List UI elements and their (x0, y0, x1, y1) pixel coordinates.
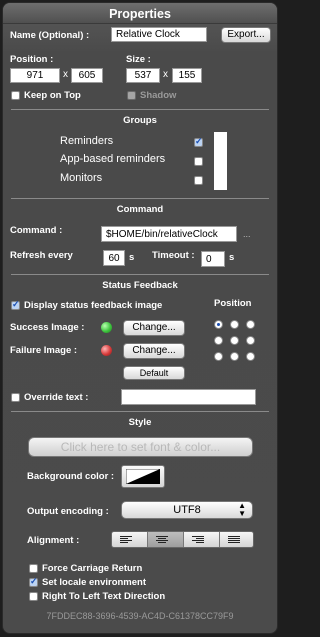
output-encoding-label: Output encoding : (27, 506, 109, 517)
size-w-field[interactable]: 537 (126, 68, 160, 83)
command-label: Command : (10, 225, 63, 236)
failure-image-label: Failure Image : (10, 345, 78, 356)
override-text-checkbox[interactable] (11, 393, 20, 402)
output-encoding-value: UTF8 (173, 504, 201, 516)
align-justify-icon (228, 536, 240, 545)
timeout-field[interactable]: 0 (201, 251, 225, 267)
uuid-label: 7FDDEC88-3696-4539-AC4D-C61378CC79F9 (46, 611, 234, 621)
export-button[interactable]: Export... (221, 27, 271, 43)
success-indicator-icon (101, 322, 112, 333)
groups-title: Groups (123, 115, 157, 126)
background-color-label: Background color : (27, 471, 115, 482)
position-label: Position : (10, 54, 54, 65)
display-status-label: Display status feedback image (24, 300, 163, 311)
group-monitors-checkbox[interactable] (194, 176, 203, 185)
keep-on-top-checkbox[interactable] (11, 91, 20, 100)
divider (11, 109, 269, 110)
name-field[interactable]: Relative Clock (111, 27, 207, 42)
position-radio-bottom-center[interactable] (230, 352, 239, 361)
align-left-icon (120, 536, 132, 545)
position-radio-bottom-left[interactable] (214, 352, 223, 361)
position-radio-middle-right[interactable] (246, 336, 255, 345)
force-carriage-return-label: Force Carriage Return (42, 563, 143, 574)
force-carriage-return-checkbox[interactable] (29, 564, 38, 573)
refresh-unit: s (129, 252, 135, 263)
align-right-button[interactable] (184, 532, 220, 547)
size-h-field[interactable]: 155 (172, 68, 202, 83)
command-more[interactable]: ... (243, 229, 251, 239)
size-label: Size : (126, 54, 151, 65)
align-left-button[interactable] (112, 532, 148, 547)
keep-on-top-label: Keep on Top (24, 90, 81, 101)
position-x-field[interactable]: 971 (10, 68, 60, 83)
position-grid-label: Position (214, 298, 252, 309)
color-swatch-icon (126, 469, 160, 484)
position-radio-top-right[interactable] (246, 320, 255, 329)
rtl-checkbox[interactable] (29, 592, 38, 601)
display-status-checkbox[interactable] (11, 299, 20, 310)
position-radio-bottom-right[interactable] (246, 352, 255, 361)
success-change-button[interactable]: Change... (123, 320, 185, 336)
shadow-checkbox[interactable] (127, 91, 136, 100)
position-radio-top-left[interactable] (214, 320, 223, 329)
override-text-field[interactable] (121, 389, 256, 405)
position-radio-middle-center[interactable] (230, 336, 239, 345)
alignment-label: Alignment : (27, 535, 80, 546)
failure-change-button[interactable]: Change... (123, 343, 185, 359)
shadow-label: Shadow (140, 90, 177, 101)
rtl-label: Right To Left Text Direction (42, 591, 166, 602)
position-x-sep: x (63, 69, 68, 80)
group-item-reminders: Reminders (60, 135, 114, 147)
set-locale-checkbox[interactable] (29, 576, 38, 587)
properties-panel: Properties Name (Optional) : Relative Cl… (2, 2, 278, 634)
background-color-well[interactable] (121, 465, 165, 488)
success-image-label: Success Image : (10, 322, 85, 333)
refresh-field[interactable]: 60 (103, 250, 125, 266)
group-item-monitors: Monitors (60, 172, 103, 184)
set-font-color-button[interactable]: Click here to set font & color... (28, 437, 253, 457)
panel-title: Properties (3, 3, 277, 24)
group-app-based-checkbox[interactable] (194, 157, 203, 166)
command-title: Command (116, 204, 164, 215)
alignment-segmented-control[interactable] (111, 531, 254, 548)
name-label: Name (Optional) : (10, 30, 90, 41)
timeout-label: Timeout : (152, 250, 195, 261)
status-feedback-title: Status Feedback (102, 280, 178, 291)
command-field[interactable]: $HOME/bin/relativeClock (101, 226, 237, 242)
group-reminders-checkbox[interactable] (194, 136, 203, 147)
timeout-unit: s (229, 252, 235, 263)
align-right-icon (192, 536, 204, 545)
align-center-button[interactable] (148, 532, 184, 547)
align-justify-button[interactable] (220, 532, 253, 547)
override-text-label: Override text : (24, 392, 89, 403)
position-radio-top-center[interactable] (230, 320, 239, 329)
refresh-label: Refresh every (10, 250, 73, 261)
divider (11, 274, 269, 275)
align-center-icon (156, 536, 168, 545)
size-x-sep: x (163, 69, 168, 80)
position-radio-middle-left[interactable] (214, 336, 223, 345)
divider (11, 198, 269, 199)
updown-arrows-icon: ▲ ▼ (238, 501, 246, 518)
failure-indicator-icon (101, 345, 112, 356)
style-title: Style (128, 417, 152, 428)
group-item-app-based: App-based reminders (60, 153, 166, 165)
position-y-field[interactable]: 605 (71, 68, 103, 83)
groups-scrollbar[interactable] (214, 132, 227, 190)
set-locale-label: Set locale environment (42, 577, 147, 588)
default-button[interactable]: Default (123, 366, 185, 380)
output-encoding-select[interactable]: UTF8 ▲ ▼ (121, 501, 253, 519)
divider (11, 411, 269, 412)
